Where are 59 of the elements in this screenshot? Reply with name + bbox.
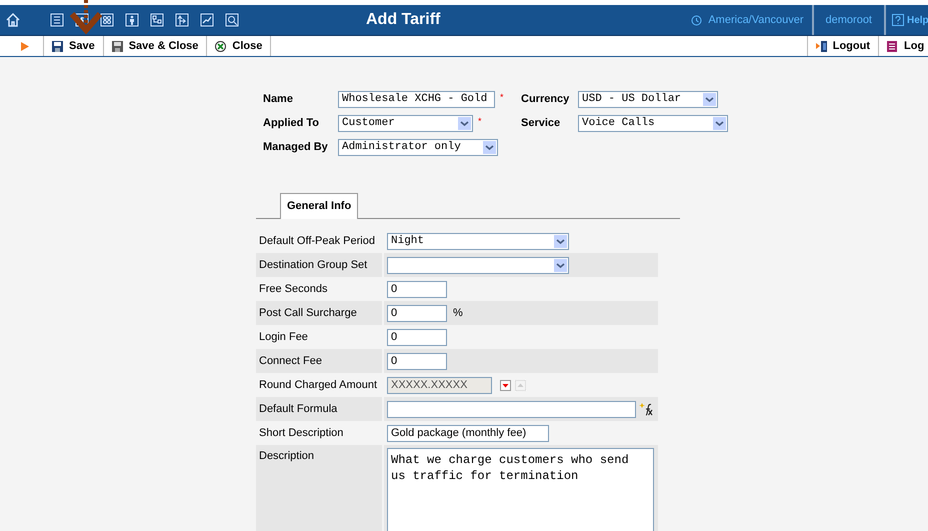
dropdown[interactable] — [387, 256, 569, 274]
input-field[interactable]: 0 — [387, 280, 447, 298]
input-field[interactable]: 0 — [387, 304, 447, 322]
unit-label: % — [453, 306, 463, 321]
required-marker: * — [478, 114, 482, 128]
input-field[interactable]: 0 — [387, 352, 447, 370]
input-field: XXXXX.XXXXX — [387, 376, 492, 394]
required-marker: * — [500, 90, 504, 104]
logout-button[interactable]: Logout — [806, 36, 878, 56]
user-link[interactable]: demoroot — [826, 12, 872, 28]
field-label: Managed By — [263, 140, 329, 155]
save-close-button[interactable]: Save & Close — [104, 36, 208, 56]
book-icon — [887, 40, 898, 52]
hierarchy-icon[interactable] — [149, 12, 165, 28]
field-label: Free Seconds — [258, 282, 328, 297]
save-button[interactable]: Save — [44, 36, 104, 56]
chart-icon[interactable] — [199, 12, 215, 28]
door-icon — [816, 40, 827, 52]
person-icon[interactable] — [124, 12, 140, 28]
tab[interactable]: General Info — [280, 193, 358, 219]
input-field[interactable]: 0 — [387, 328, 447, 346]
window-title: Add Tariff — [366, 10, 440, 30]
dollar-icon[interactable] — [74, 12, 90, 28]
field-label: Round Charged Amount — [258, 378, 378, 393]
close-button[interactable]: Close — [207, 36, 272, 56]
help-icon — [892, 14, 904, 26]
play-icon — [20, 42, 28, 50]
field-label: Default Off-Peak Period — [258, 234, 376, 249]
field-label: Currency — [521, 92, 570, 107]
input-field[interactable] — [387, 400, 636, 418]
home-icon[interactable] — [5, 12, 21, 28]
dropdown[interactable]: Night — [387, 232, 569, 250]
field-label: Post Call Surcharge — [256, 301, 382, 325]
field-label: Applied To — [263, 116, 320, 131]
field-label: Destination Group Set — [256, 253, 382, 277]
dropdown[interactable]: Administrator only — [338, 138, 498, 156]
help-link[interactable]: Help — [907, 12, 928, 28]
field-label: Login Fee — [258, 330, 309, 345]
dropdown[interactable]: Voice Calls — [578, 114, 728, 132]
field-label: Short Description — [258, 426, 344, 441]
search-icon[interactable] — [224, 12, 240, 28]
field-label: Connect Fee — [256, 349, 382, 373]
clock-icon — [691, 14, 702, 26]
dropdown[interactable]: USD - US Dollar — [578, 90, 718, 108]
field-label: Name — [263, 92, 294, 107]
timezone-link[interactable]: America/Vancouver — [708, 12, 804, 28]
grid-icon[interactable] — [99, 12, 115, 28]
close-icon — [215, 40, 226, 52]
log-button[interactable]: Log — [878, 36, 928, 56]
route-icon[interactable] — [174, 12, 190, 28]
dropdown[interactable]: Customer — [338, 114, 473, 132]
formula-icon[interactable] — [639, 402, 653, 416]
text-area[interactable]: What we charge customers who send us traffic for termination — [387, 448, 654, 531]
field-label: Default Formula — [256, 397, 382, 421]
input-field[interactable]: Gold package (monthly fee) — [387, 424, 549, 442]
list-icon[interactable] — [49, 12, 65, 28]
input-field[interactable]: Whoslesale XCHG - Gold — [338, 90, 495, 108]
field-label: Service — [521, 116, 562, 131]
field-label: Description — [256, 445, 382, 531]
